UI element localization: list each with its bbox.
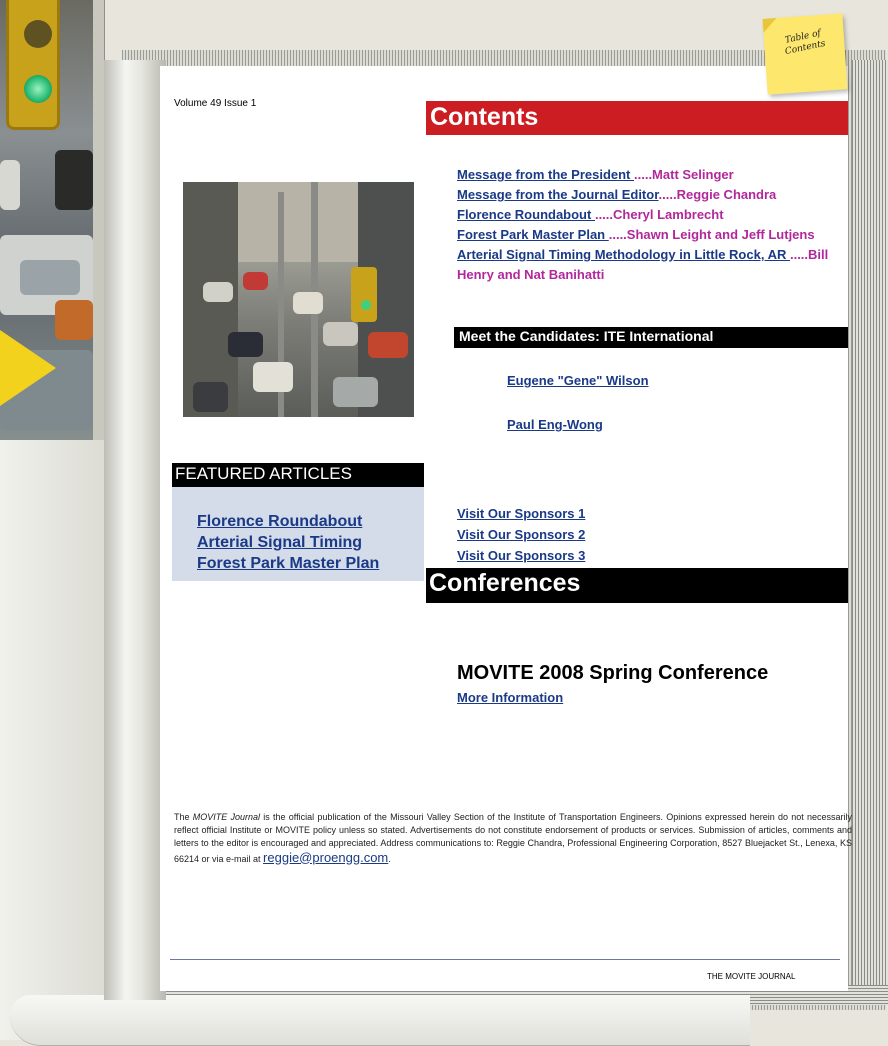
toc-link-arterial[interactable]: Arterial Signal Timing Methodology in Li… — [457, 247, 790, 262]
volume-label: Volume 49 Issue 1 — [174, 98, 257, 109]
toc-item: Message from the President .....Matt Sel… — [457, 165, 837, 185]
table-of-contents: Message from the President .....Matt Sel… — [457, 165, 837, 285]
journal-title-italic: MOVITE Journal — [192, 812, 261, 822]
candidate-link-eng-wong[interactable]: Paul Eng-Wong — [507, 417, 603, 432]
page-curl-bottom — [10, 995, 750, 1046]
book-spine — [104, 60, 166, 1000]
toc-link-florence[interactable]: Florence Roundabout — [457, 207, 595, 222]
toc-author: .....Cheryl Lambrecht — [594, 207, 724, 222]
toc-link-president[interactable]: Message from the President — [457, 167, 634, 182]
featured-title: FEATURED ARTICLES — [175, 464, 352, 483]
sticky-note-label: Table of Contents — [784, 28, 827, 58]
toc-link-forest-park[interactable]: Forest Park Master Plan — [457, 227, 609, 242]
editor-email-link[interactable]: reggie@proengg.com — [263, 850, 388, 865]
toc-author: .....Reggie Chandra — [658, 187, 777, 202]
traffic-photo — [183, 182, 414, 417]
journal-page: Volume 49 Issue 1 Contents Message from … — [160, 66, 852, 991]
toc-item: Florence Roundabout .....Cheryl Lambrech… — [457, 205, 837, 225]
conferences-title: Conferences — [429, 569, 581, 597]
toc-link-editor[interactable]: Message from the Journal Editor — [457, 187, 659, 202]
contents-header: Contents — [426, 101, 848, 135]
featured-articles-panel: Florence Roundabout Arterial Signal Timi… — [172, 487, 424, 581]
candidates-title: Meet the Candidates: ITE International — [459, 328, 714, 344]
toc-author: .....Matt Selinger — [634, 167, 734, 182]
contents-title: Contents — [430, 103, 539, 131]
featured-link-florence[interactable]: Florence Roundabout — [197, 513, 362, 531]
candidate-link-wilson[interactable]: Eugene "Gene" Wilson — [507, 373, 649, 388]
traffic-light — [6, 0, 60, 130]
footer-divider — [170, 959, 840, 960]
more-information-link[interactable]: More Information — [457, 690, 563, 705]
toc-author: .....Shawn Leight and Jeff Lutjens — [608, 227, 815, 242]
journal-footer-name: THE MOVITE JOURNAL — [707, 972, 796, 981]
sponsor-link-1[interactable]: Visit Our Sponsors 1 — [457, 506, 585, 521]
sponsor-link-2[interactable]: Visit Our Sponsors 2 — [457, 527, 585, 542]
sponsor-link-3[interactable]: Visit Our Sponsors 3 — [457, 548, 585, 563]
candidates-header: Meet the Candidates: ITE International — [454, 327, 848, 348]
conference-event-title: MOVITE 2008 Spring Conference — [457, 662, 769, 684]
toc-item: Message from the Journal Editor.....Regg… — [457, 185, 837, 205]
toc-item: Arterial Signal Timing Methodology in Li… — [457, 245, 837, 285]
conferences-header: Conferences — [426, 568, 848, 603]
traffic-light-photo — [0, 0, 93, 445]
table-of-contents-sticky-note[interactable]: Table of Contents — [762, 13, 848, 95]
toc-item: Forest Park Master Plan .....Shawn Leigh… — [457, 225, 837, 245]
publication-notice: The MOVITE Journal is the official publi… — [174, 812, 852, 865]
previous-page — [0, 0, 105, 455]
featured-link-arterial[interactable]: Arterial Signal Timing — [197, 534, 362, 552]
featured-header: FEATURED ARTICLES — [172, 463, 424, 487]
featured-link-forest-park[interactable]: Forest Park Master Plan — [197, 555, 379, 573]
